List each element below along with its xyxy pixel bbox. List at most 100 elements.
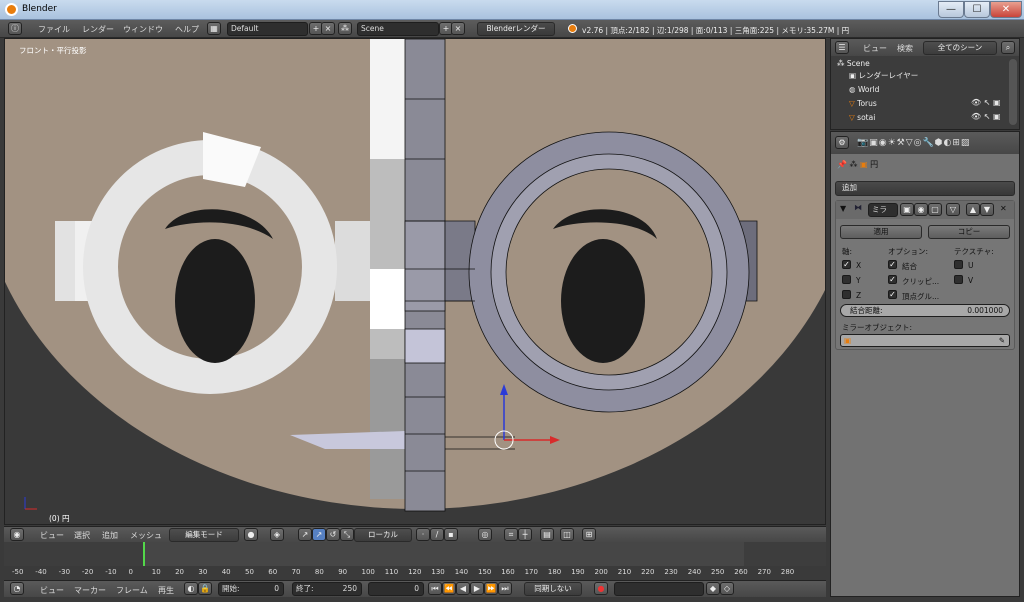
view3d-menu-select[interactable]: 選択 bbox=[74, 530, 90, 541]
copy-button[interactable]: コピー bbox=[928, 225, 1010, 239]
shading-icon[interactable]: ● bbox=[244, 528, 258, 541]
cage-icon[interactable]: ▽ bbox=[946, 203, 960, 216]
play-icon[interactable]: ▶ bbox=[470, 582, 484, 595]
snap-icon[interactable]: ⌗ bbox=[504, 528, 518, 541]
texture-u-checkbox[interactable] bbox=[954, 260, 963, 269]
outliner-menu-search[interactable]: 検索 bbox=[897, 43, 913, 54]
proportional-icon[interactable]: ◎ bbox=[478, 528, 492, 541]
manipulator-icon[interactable]: ↗ bbox=[298, 528, 312, 541]
minimize-button[interactable]: — bbox=[938, 1, 964, 18]
insert-key-icon[interactable]: ◆ bbox=[706, 582, 720, 595]
sync-select[interactable]: 同期しない bbox=[524, 582, 582, 596]
eyedropper-icon[interactable]: ✎ bbox=[999, 335, 1005, 347]
outliner-filter-select[interactable]: 全てのシーン bbox=[923, 41, 997, 55]
vertex-groups-checkbox[interactable]: ✓ bbox=[888, 290, 897, 299]
editor-type-properties-icon[interactable]: ⚙ bbox=[835, 136, 849, 149]
outliner-row-scene[interactable]: ⁂ Scene bbox=[837, 58, 1015, 70]
add-modifier-button[interactable]: 追加 bbox=[835, 181, 1015, 196]
render-engine-select[interactable]: Blenderレンダー bbox=[477, 22, 555, 36]
clipping-checkbox[interactable]: ✓ bbox=[888, 275, 897, 284]
edge-select-icon[interactable]: / bbox=[430, 528, 444, 541]
delete-key-icon[interactable]: ◇ bbox=[720, 582, 734, 595]
outliner-scrollbar[interactable] bbox=[1009, 59, 1017, 125]
view3d-menu-view[interactable]: ビュー bbox=[40, 530, 64, 541]
menu-render[interactable]: レンダー bbox=[82, 24, 114, 35]
prev-key-icon[interactable]: ⏪ bbox=[442, 582, 456, 595]
axis-y-checkbox[interactable] bbox=[842, 275, 851, 284]
outliner-menu-view[interactable]: ビュー bbox=[863, 43, 887, 54]
record-icon[interactable]: ● bbox=[594, 582, 608, 595]
outliner[interactable]: ☰ ビュー 検索 全てのシーン ⌕ ⁂ Scene ▣ レンダーレイヤー ◍ W… bbox=[830, 38, 1020, 130]
jump-start-icon[interactable]: ⏮ bbox=[428, 582, 442, 595]
visibility-icons[interactable]: 👁 ↖ ▣ bbox=[971, 98, 1001, 107]
keying-set-field[interactable] bbox=[614, 582, 704, 596]
timeline-menu-marker[interactable]: マーカー bbox=[74, 585, 106, 596]
pivot-icon[interactable]: ◈ bbox=[270, 528, 284, 541]
realtime-icon[interactable]: ▣ bbox=[900, 203, 914, 216]
texture-v-checkbox[interactable] bbox=[954, 275, 963, 284]
timeline[interactable]: -50 -40 -30 -20 -10 0 10 20 30 40 50 60 70 80 90 100 110… bbox=[4, 542, 826, 580]
rotate-icon[interactable]: ↺ bbox=[326, 528, 340, 541]
editor-type-info-icon[interactable]: ⓘ bbox=[8, 22, 22, 35]
snap-type-icon[interactable]: ┼ bbox=[518, 528, 532, 541]
collapse-icon[interactable]: ▼ bbox=[840, 204, 846, 213]
timeline-menu-frame[interactable]: フレーム bbox=[116, 585, 148, 596]
pin-icon[interactable]: 📌 ⁂ bbox=[837, 160, 860, 169]
current-frame-field[interactable]: 0 bbox=[368, 582, 424, 596]
camera-icon[interactable]: ◫ bbox=[560, 528, 574, 541]
merge-checkbox[interactable]: ✓ bbox=[888, 260, 897, 269]
outliner-row-world[interactable]: ◍ World bbox=[849, 84, 1024, 96]
next-key-icon[interactable]: ⏩ bbox=[484, 582, 498, 595]
scene-icon[interactable]: ⁂ bbox=[338, 22, 352, 35]
editmode-icon[interactable]: ▢ bbox=[928, 203, 942, 216]
remove-scene-icon[interactable]: × bbox=[451, 22, 465, 35]
face-select-icon[interactable]: ▪ bbox=[444, 528, 458, 541]
end-frame-field[interactable]: 終了: 250 bbox=[292, 582, 362, 596]
axis-z-checkbox[interactable] bbox=[842, 290, 851, 299]
start-frame-field[interactable]: 開始: 0 bbox=[218, 582, 284, 596]
merge-distance-field[interactable]: 結合距離: 0.001000 bbox=[840, 304, 1010, 317]
menu-help[interactable]: ヘルプ bbox=[175, 24, 199, 35]
modifier-name-field[interactable]: ミラ bbox=[868, 203, 898, 217]
properties-editor[interactable]: ⚙ 📷▣◉☀⚒▽◎🔧⬢◐⊞▨ 📌 ⁂ ▣ 円 追加 ▼ ⧓ ミラ ▣ ◉ ▢ ▽… bbox=[830, 131, 1020, 597]
outliner-search-icon[interactable]: ⌕ bbox=[1001, 41, 1015, 54]
close-button[interactable]: ✕ bbox=[990, 1, 1022, 18]
editor-type-3d-icon[interactable]: ◉ bbox=[10, 528, 24, 541]
jump-end-icon[interactable]: ⏭ bbox=[498, 582, 512, 595]
timeline-menu-playback[interactable]: 再生 bbox=[158, 585, 174, 596]
render-layer-icon[interactable]: ▤ bbox=[540, 528, 554, 541]
lock-icon[interactable]: 🔒 bbox=[198, 582, 212, 595]
visibility-icons-2[interactable]: 👁 ↖ ▣ bbox=[971, 112, 1001, 121]
preview-range-icon[interactable]: ◐ bbox=[184, 582, 198, 595]
vertex-select-icon[interactable]: · bbox=[416, 528, 430, 541]
overlay-icon[interactable]: ⊞ bbox=[582, 528, 596, 541]
maximize-button[interactable]: ☐ bbox=[964, 1, 990, 18]
viewport-canvas[interactable] bbox=[5, 39, 826, 525]
remove-layout-icon[interactable]: × bbox=[321, 22, 335, 35]
remove-modifier-icon[interactable]: ✕ bbox=[1000, 204, 1007, 213]
scene-field[interactable]: Scene bbox=[357, 22, 439, 36]
apply-button[interactable]: 適用 bbox=[840, 225, 922, 239]
mirror-object-field[interactable]: ▣ ✎ bbox=[840, 334, 1010, 347]
view3d-menu-mesh[interactable]: メッシュ bbox=[130, 530, 162, 541]
mode-select[interactable]: 編集モード bbox=[169, 528, 239, 542]
render-toggle-icon[interactable]: ◉ bbox=[914, 203, 928, 216]
context-tab-icons[interactable]: 📷▣◉☀⚒▽◎🔧⬢◐⊞▨ bbox=[857, 138, 970, 148]
layout-field[interactable]: Default bbox=[227, 22, 308, 36]
translate-icon[interactable]: ↗ bbox=[312, 528, 326, 541]
layout-grid-icon[interactable]: ▦ bbox=[207, 22, 221, 35]
orientation-select[interactable]: ローカル bbox=[354, 528, 412, 542]
outliner-row-renderlayer[interactable]: ▣ レンダーレイヤー bbox=[849, 70, 1024, 82]
play-reverse-icon[interactable]: ◀ bbox=[456, 582, 470, 595]
editor-type-timeline-icon[interactable]: ◔ bbox=[10, 582, 24, 595]
view3d-menu-add[interactable]: 追加 bbox=[102, 530, 118, 541]
menu-file[interactable]: ファイル bbox=[38, 24, 70, 35]
axis-x-checkbox[interactable]: ✓ bbox=[842, 260, 851, 269]
menu-window[interactable]: ウィンドウ bbox=[123, 24, 163, 35]
timeline-menu-view[interactable]: ビュー bbox=[40, 585, 64, 596]
move-down-icon[interactable]: ▼ bbox=[980, 203, 994, 216]
scale-icon[interactable]: ⤡ bbox=[340, 528, 354, 541]
move-up-icon[interactable]: ▲ bbox=[966, 203, 980, 216]
editor-type-outliner-icon[interactable]: ☰ bbox=[835, 41, 849, 54]
3d-viewport[interactable]: フロント・平行投影 (0) 円 bbox=[4, 38, 826, 525]
